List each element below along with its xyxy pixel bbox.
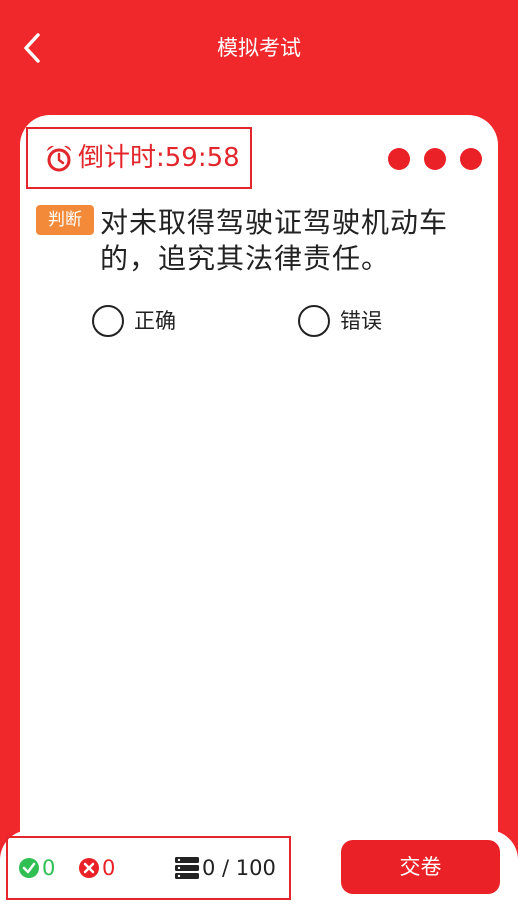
correct-count: 0 xyxy=(18,838,55,898)
wrong-count-value: 0 xyxy=(102,856,116,880)
countdown-timer: 倒计时:59:58 xyxy=(26,127,252,189)
alarm-clock-icon xyxy=(47,145,71,172)
question-text: 对未取得驾驶证驾驶机动车的，追究其法律责任。 xyxy=(100,206,449,275)
question-card: 倒计时:59:58 判断 对未取得驾驶证驾驶机动车的，追究其法律责任。 正确 错… xyxy=(20,115,498,905)
option-label: 错误 xyxy=(340,309,382,333)
radio-circle-icon[interactable] xyxy=(298,305,330,337)
correct-count-value: 0 xyxy=(42,856,56,880)
list-stack-icon xyxy=(175,857,199,879)
question-type-badge: 判断 xyxy=(36,205,94,235)
question-block: 判断 对未取得驾驶证驾驶机动车的，追究其法律责任。 xyxy=(36,205,476,277)
timer-text: 倒计时:59:58 xyxy=(78,143,240,173)
answer-stats[interactable]: 0 0 0 / 100 xyxy=(6,836,291,900)
option-correct[interactable]: 正确 xyxy=(92,305,176,337)
option-label: 正确 xyxy=(134,309,176,333)
bottom-bar: 0 0 0 / 100 交卷 xyxy=(0,830,518,905)
header-bar: 模拟考试 xyxy=(0,0,518,98)
check-circle-icon xyxy=(19,858,39,878)
wrong-count: 0 xyxy=(78,838,115,898)
progress-value: 0 / 100 xyxy=(202,856,276,880)
x-circle-icon xyxy=(79,858,99,878)
page-title: 模拟考试 xyxy=(217,36,301,60)
dot-icon[interactable] xyxy=(424,148,446,170)
dot-icon[interactable] xyxy=(388,148,410,170)
submit-exam-button[interactable]: 交卷 xyxy=(341,840,500,894)
exam-page: 模拟考试 倒计时:59:58 判断 对未取得驾驶证驾驶机动车的，追究其法律责任。… xyxy=(0,0,518,905)
question-progress: 0 / 100 xyxy=(174,838,276,898)
more-menu[interactable] xyxy=(388,148,482,170)
dot-icon[interactable] xyxy=(460,148,482,170)
option-wrong[interactable]: 错误 xyxy=(298,305,382,337)
radio-circle-icon[interactable] xyxy=(92,305,124,337)
answer-options: 正确 错误 xyxy=(20,305,498,345)
